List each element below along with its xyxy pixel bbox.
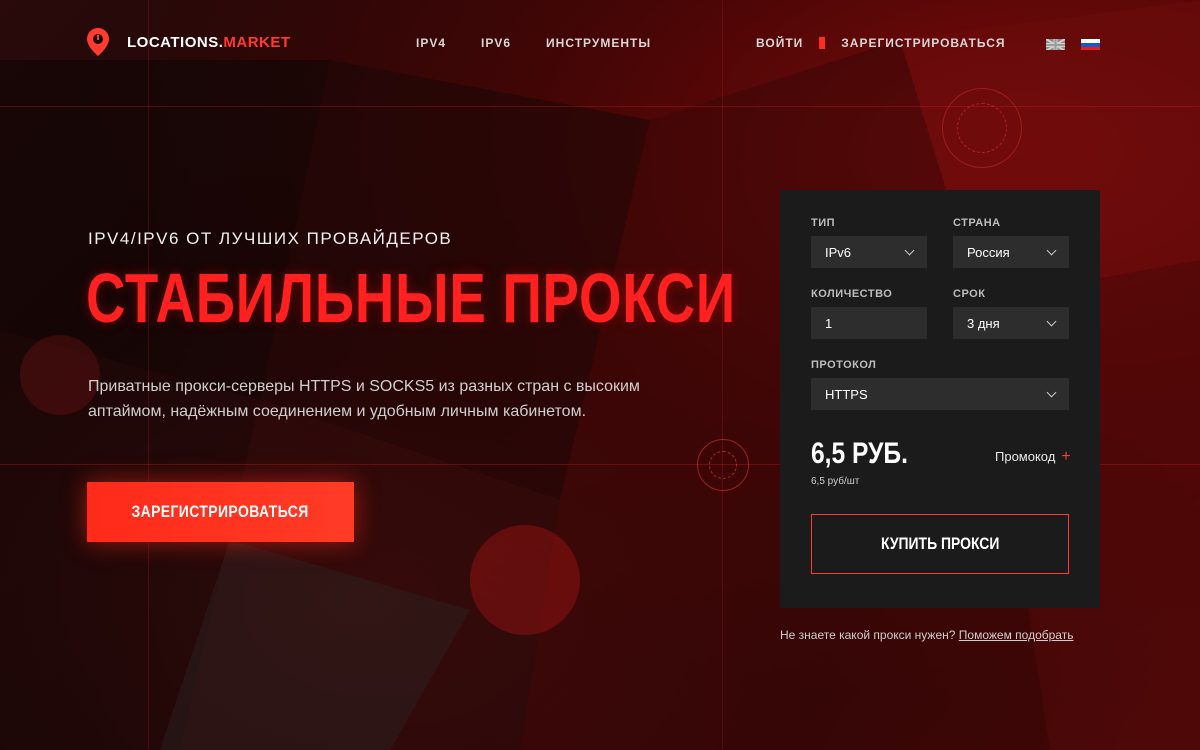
chevron-down-icon [1046, 316, 1057, 326]
type-value: IPv6 [825, 244, 852, 260]
total-price: 6,5 РУБ. [811, 437, 908, 470]
type-select[interactable]: IPv6 [811, 236, 927, 268]
promo-label: Промокод [995, 449, 1056, 464]
country-label: СТРАНА [953, 217, 1001, 229]
promo-code-toggle[interactable]: Промокод + [995, 448, 1071, 465]
buy-proxy-label: КУПИТЬ ПРОКСИ [880, 534, 1000, 553]
chevron-down-icon [1046, 387, 1057, 397]
term-select[interactable]: 3 дня [953, 307, 1069, 339]
buy-proxy-button[interactable]: КУПИТЬ ПРОКСИ [811, 514, 1069, 574]
main-nav: IPV4 IPV6 ИНСТРУМЕНТЫ [416, 36, 686, 50]
language-switcher [1046, 38, 1100, 50]
country-value: Россия [967, 244, 1010, 260]
chevron-down-icon [904, 245, 915, 255]
site-header: LOCATIONS.MARKET IPV4 IPV6 ИНСТРУМЕНТЫ В… [0, 0, 1200, 86]
quantity-value: 1 [825, 315, 833, 331]
russia-flag-icon[interactable] [1081, 38, 1100, 50]
quantity-input[interactable]: 1 [811, 307, 927, 339]
term-value: 3 дня [967, 315, 1000, 331]
grid-line [0, 106, 1200, 107]
login-link[interactable]: ВОЙТИ [756, 36, 803, 50]
hero-title: СТАБИЛЬНЫЕ ПРОКСИ [86, 259, 736, 337]
protocol-label: ПРОТОКОЛ [811, 359, 877, 371]
logo-text: LOCATIONS.MARKET [127, 34, 291, 51]
hero-description: Приватные прокси-серверы HTTPS и SOCKS5 … [88, 378, 640, 420]
decor-circle [470, 525, 580, 635]
crosshair-circle [957, 103, 1007, 153]
protocol-select[interactable]: HTTPS [811, 378, 1069, 410]
term-label: СРОК [953, 288, 986, 300]
logo-accent: MARKET [223, 33, 291, 51]
location-pin-icon [87, 28, 109, 56]
nav-ipv6[interactable]: IPV6 [481, 36, 511, 50]
plus-icon: + [1061, 448, 1071, 465]
help-question: Не знаете какой прокси нужен? [780, 628, 956, 642]
auth-links: ВОЙТИ ЗАРЕГИСТРИРОВАТЬСЯ [756, 36, 1006, 50]
help-text: Не знаете какой прокси нужен? Поможем по… [780, 628, 1073, 642]
register-link[interactable]: ЗАРЕГИСТРИРОВАТЬСЯ [841, 36, 1005, 50]
uk-flag-icon[interactable] [1046, 38, 1065, 50]
logo-main: LOCATIONS. [127, 33, 224, 51]
type-label: ТИП [811, 217, 836, 229]
crosshair-circle [709, 451, 737, 479]
grid-line [722, 0, 723, 750]
logo[interactable]: LOCATIONS.MARKET [87, 28, 291, 56]
register-button-label: ЗАРЕГИСТРИРОВАТЬСЯ [131, 502, 310, 521]
help-link[interactable]: Поможем подобрать [959, 628, 1074, 642]
chevron-down-icon [1046, 245, 1057, 255]
protocol-value: HTTPS [825, 386, 868, 402]
register-button[interactable]: ЗАРЕГИСТРИРОВАТЬСЯ [87, 482, 354, 542]
unit-price: 6,5 руб/шт [811, 476, 860, 487]
auth-separator [819, 37, 826, 49]
country-select[interactable]: Россия [953, 236, 1069, 268]
hero-subtitle: IPV4/IPV6 ОТ ЛУЧШИХ ПРОВАЙДЕРОВ [88, 229, 453, 248]
nav-tools[interactable]: ИНСТРУМЕНТЫ [546, 36, 651, 50]
quantity-label: КОЛИЧЕСТВО [811, 288, 893, 300]
nav-ipv4[interactable]: IPV4 [416, 36, 446, 50]
